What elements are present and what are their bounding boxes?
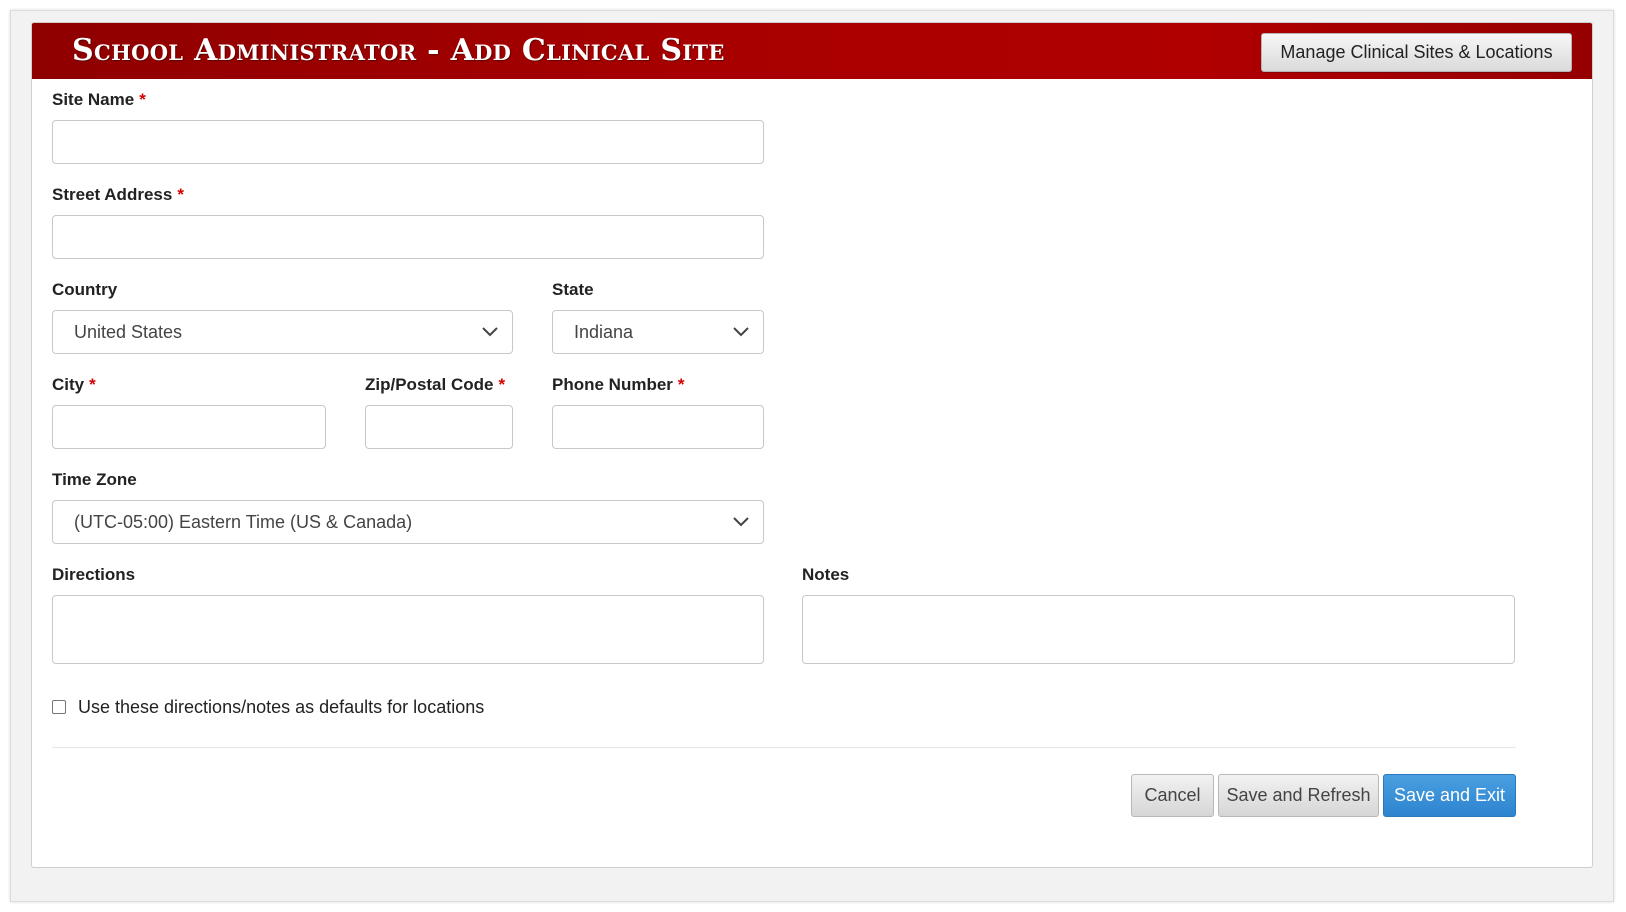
- city-label-text: City: [52, 375, 85, 394]
- country-selected-value: United States: [74, 322, 183, 342]
- notes-label-text: Notes: [802, 565, 850, 584]
- required-mark: *: [139, 90, 146, 109]
- directions-label: Directions: [52, 565, 135, 585]
- footer-divider: [52, 747, 1516, 748]
- directions-label-text: Directions: [52, 565, 136, 584]
- site-name-label: Site Name *: [52, 90, 146, 110]
- defaults-checkbox-label[interactable]: Use these directions/notes as defaults f…: [78, 697, 484, 718]
- save-and-refresh-button[interactable]: Save and Refresh: [1218, 774, 1379, 817]
- city-input[interactable]: [52, 405, 326, 449]
- zip-label-text: Zip/Postal Code: [365, 375, 494, 394]
- notes-label: Notes: [802, 565, 849, 585]
- site-name-label-text: Site Name: [52, 90, 135, 109]
- required-mark: *: [177, 185, 184, 204]
- defaults-checkbox[interactable]: [52, 700, 66, 714]
- directions-textarea[interactable]: [52, 595, 764, 664]
- state-label-text: State: [552, 280, 594, 299]
- time-zone-selected-value: (UTC-05:00) Eastern Time (US & Canada): [74, 512, 413, 532]
- state-select[interactable]: Indiana: [552, 310, 764, 354]
- manage-clinical-sites-button[interactable]: Manage Clinical Sites & Locations: [1261, 33, 1572, 72]
- cancel-button[interactable]: Cancel: [1131, 774, 1214, 817]
- phone-label: Phone Number *: [552, 375, 685, 395]
- add-clinical-site-panel: School Administrator - Add Clinical Site…: [31, 22, 1593, 868]
- street-address-label-text: Street Address: [52, 185, 173, 204]
- required-mark: *: [677, 375, 685, 394]
- phone-label-text: Phone Number: [552, 375, 673, 394]
- state-label: State: [552, 280, 594, 300]
- country-select[interactable]: United States: [52, 310, 513, 354]
- street-address-label: Street Address *: [52, 185, 184, 205]
- time-zone-select[interactable]: (UTC-05:00) Eastern Time (US & Canada): [52, 500, 764, 544]
- panel-header: School Administrator - Add Clinical Site…: [32, 23, 1592, 79]
- save-and-exit-button[interactable]: Save and Exit: [1383, 774, 1516, 817]
- time-zone-label: Time Zone: [52, 470, 137, 490]
- country-label: Country: [52, 280, 117, 300]
- city-label: City *: [52, 375, 96, 395]
- zip-input[interactable]: [365, 405, 513, 449]
- chevron-down-icon: [733, 327, 749, 337]
- country-label-text: Country: [52, 280, 118, 299]
- state-selected-value: Indiana: [574, 322, 634, 342]
- required-mark: *: [498, 375, 506, 394]
- time-zone-label-text: Time Zone: [52, 470, 137, 489]
- chevron-down-icon: [482, 327, 498, 337]
- chevron-down-icon: [733, 517, 749, 527]
- zip-label: Zip/Postal Code *: [365, 375, 505, 395]
- street-address-input[interactable]: [52, 215, 764, 259]
- required-mark: *: [89, 375, 96, 394]
- notes-textarea[interactable]: [802, 595, 1515, 664]
- phone-input[interactable]: [552, 405, 764, 449]
- page-title: School Administrator - Add Clinical Site: [72, 33, 725, 68]
- site-name-input[interactable]: [52, 120, 764, 164]
